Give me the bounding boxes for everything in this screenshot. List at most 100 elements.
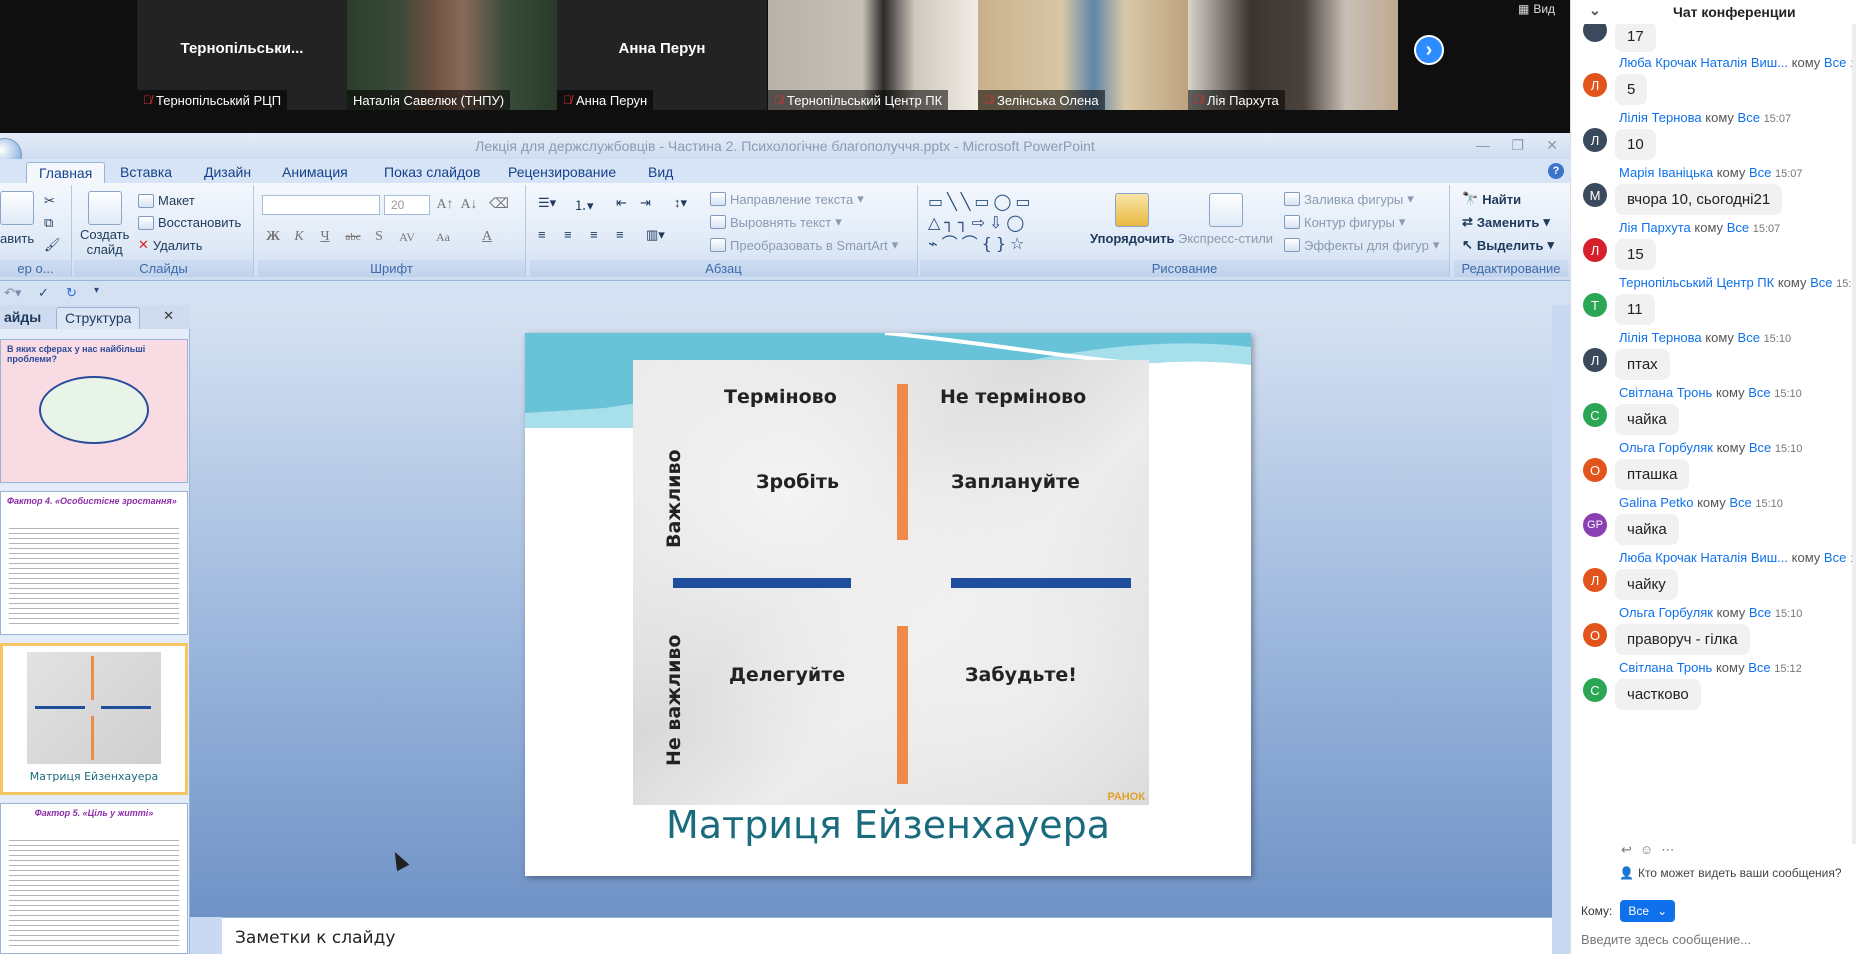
shadow-button[interactable]: S [368, 227, 390, 247]
undo-icon[interactable]: ↶▾ [4, 285, 21, 301]
font-color-button[interactable]: A [476, 227, 498, 247]
slide-thumbnail[interactable]: В яких сферах у нас найбільші проблеми? [0, 339, 188, 483]
format-painter-icon[interactable]: 🖌 [44, 237, 61, 253]
chevron-down-icon[interactable]: ⌄ [1589, 2, 1601, 19]
layout-button[interactable]: Макет [138, 193, 195, 208]
message-meta: Світлана Тронь кому Все 15:10 [1619, 385, 1802, 400]
paste-button[interactable]: авить [0, 191, 34, 246]
find-button[interactable]: 🔭 Найти [1462, 191, 1521, 207]
case-button[interactable]: Aa [432, 227, 454, 247]
line-spacing-icon[interactable]: ↕▾ [674, 195, 687, 211]
align-text-button[interactable]: Выровнять текст ▾ [710, 214, 842, 230]
text-direction-button[interactable]: Направление текста ▾ [710, 191, 864, 207]
delete-slide-button[interactable]: ✕ Удалить [138, 237, 203, 253]
emoji-icon[interactable]: ☺ [1640, 842, 1661, 857]
slide-thumbnail[interactable]: Фактор 4. «Особистісне зростання» [0, 491, 188, 635]
shape-effects-button[interactable]: Эффекты для фигур ▾ [1284, 237, 1439, 253]
tab-slides[interactable]: айды [0, 307, 49, 329]
tab-structure[interactable]: Структура [56, 307, 141, 329]
replace-button[interactable]: ⇄ Заменить ▾ [1462, 214, 1550, 230]
participant-caption: 🎙̸ Тернопільський РЦП [137, 90, 288, 110]
decrease-indent-icon[interactable]: ⇤ [616, 195, 627, 211]
video-strip: Тернопільськи... 🎙̸ Тернопільський РЦП На… [0, 0, 1570, 133]
delete-icon: ✕ [138, 237, 149, 252]
shape-fill-button[interactable]: Заливка фигуры ▾ [1284, 191, 1414, 207]
tab-slideshow[interactable]: Показ слайдов [372, 162, 492, 183]
font-name-field[interactable] [262, 195, 380, 215]
reply-icon[interactable]: ↩ [1621, 842, 1640, 857]
tab-home[interactable]: Главная [26, 162, 106, 183]
recipient-dropdown[interactable]: Все ⌄ [1620, 900, 1676, 922]
slide-thumbnail-selected[interactable]: Матриця Ейзенхауера [0, 643, 188, 795]
tab-design[interactable]: Дизайн [192, 162, 263, 183]
more-icon[interactable]: ⋯ [1661, 842, 1682, 857]
tab-animation[interactable]: Анимация [270, 162, 360, 183]
view-button[interactable]: ▦ Вид [1518, 2, 1555, 16]
quick-styles-icon [1208, 193, 1243, 227]
slide-notes[interactable]: Заметки к слайду [222, 917, 1552, 954]
bullets-icon[interactable]: ☰▾ [538, 195, 556, 211]
not-urgent-label: Не терміново [940, 386, 1087, 408]
grid-icon: ▦ [1518, 2, 1530, 16]
grow-font-icon[interactable]: A↑ [434, 195, 456, 215]
clear-format-icon[interactable]: ⌫ [488, 195, 510, 215]
customize-toolbar-icon[interactable]: ▾ [94, 285, 99, 296]
close-icon[interactable]: ✕ [1546, 137, 1558, 154]
close-pane-icon[interactable]: ✕ [163, 309, 174, 324]
font-size-field[interactable]: 20 [384, 195, 430, 215]
tab-view[interactable]: Вид [636, 162, 685, 183]
maximize-icon[interactable]: ❐ [1511, 137, 1524, 154]
important-label: Важливо [663, 449, 685, 548]
new-slide-button[interactable]: Создать слайд [80, 191, 129, 257]
message-meta: Ольга Горбуляк кому Все 15:10 [1619, 440, 1803, 455]
smartart-button[interactable]: Преобразовать в SmartArt ▾ [710, 237, 898, 253]
strikethrough-button[interactable]: abc [342, 227, 364, 247]
layout-icon [138, 193, 154, 208]
help-icon[interactable]: ? [1548, 163, 1564, 179]
spacing-button[interactable]: AV [396, 227, 418, 247]
reset-button[interactable]: Восстановить [138, 215, 241, 230]
spelling-icon[interactable]: ✓ [38, 285, 49, 301]
who-can-see-link[interactable]: 👤 Кто может видеть ваши сообщения? [1619, 866, 1842, 880]
tab-review[interactable]: Рецензирование [496, 162, 628, 183]
video-tile[interactable]: Анна Перун 🎙̸ Анна Перун [557, 0, 767, 110]
slide-thumbnail[interactable]: Фактор 5. «Ціль у житті» [0, 803, 188, 954]
video-tile[interactable]: Тернопільськи... 🎙̸ Тернопільський РЦП [137, 0, 347, 110]
message-text: чайку [1615, 569, 1678, 600]
avatar: Л [1583, 348, 1607, 372]
underline-button[interactable]: Ч [314, 227, 336, 247]
copy-icon[interactable]: ⧉ [44, 215, 53, 231]
redo-icon[interactable]: ↻ [66, 285, 77, 301]
tab-insert[interactable]: Вставка [108, 162, 184, 183]
cut-icon[interactable]: ✂ [44, 193, 55, 209]
align-left-icon[interactable]: ≡ [538, 227, 546, 242]
increase-indent-icon[interactable]: ⇥ [640, 195, 651, 211]
shrink-font-icon[interactable]: A↓ [458, 195, 480, 215]
italic-button[interactable]: К [288, 227, 310, 247]
next-page-arrow-icon[interactable]: › [1414, 35, 1444, 65]
binoculars-icon: 🔭 [1462, 191, 1479, 206]
quick-styles-button[interactable]: Экспресс-стили [1178, 193, 1273, 246]
shapes-gallery[interactable]: ▭╲╲▭◯▭ △┐┐⇨⇩◯ ⌁⌒⌒{}☆ [928, 191, 1078, 255]
shape-outline-button[interactable]: Контур фигуры ▾ [1284, 214, 1405, 230]
video-tile-speaking[interactable]: Наталія Савелюк (ТНПУ) [347, 0, 557, 110]
columns-icon[interactable]: ▥▾ [646, 227, 665, 243]
minimize-icon[interactable]: — [1476, 137, 1490, 153]
align-center-icon[interactable]: ≡ [564, 227, 572, 242]
chat-input[interactable] [1581, 928, 1841, 950]
arrange-button[interactable]: Упорядочить [1090, 193, 1175, 246]
justify-icon[interactable]: ≡ [616, 227, 624, 242]
chat-message: Л Лілія Тернова кому Все 15:10 птах [1571, 330, 1856, 390]
align-right-icon[interactable]: ≡ [590, 227, 598, 242]
video-tile[interactable]: 🎙̸ Лія Пархута [1188, 0, 1398, 110]
video-tile[interactable]: 🎙̸ Тернопільський Центр ПК [768, 0, 978, 110]
numbering-icon[interactable]: ⒈▾ [574, 195, 594, 214]
current-slide[interactable]: Терміново Не терміново Важливо Не важлив… [525, 333, 1251, 876]
participant-caption: 🎙̸ Анна Перун [557, 90, 654, 110]
video-tile[interactable]: 🎙̸ Зелінська Олена [978, 0, 1188, 110]
chat-scrollbar[interactable] [1852, 24, 1856, 844]
new-slide-icon [87, 191, 122, 225]
select-button[interactable]: ↖ Выделить ▾ [1462, 237, 1554, 253]
bold-button[interactable]: Ж [262, 227, 284, 247]
chat-messages: 17 Л Люба Крочак Наталія Виш... кому Все… [1571, 24, 1856, 850]
